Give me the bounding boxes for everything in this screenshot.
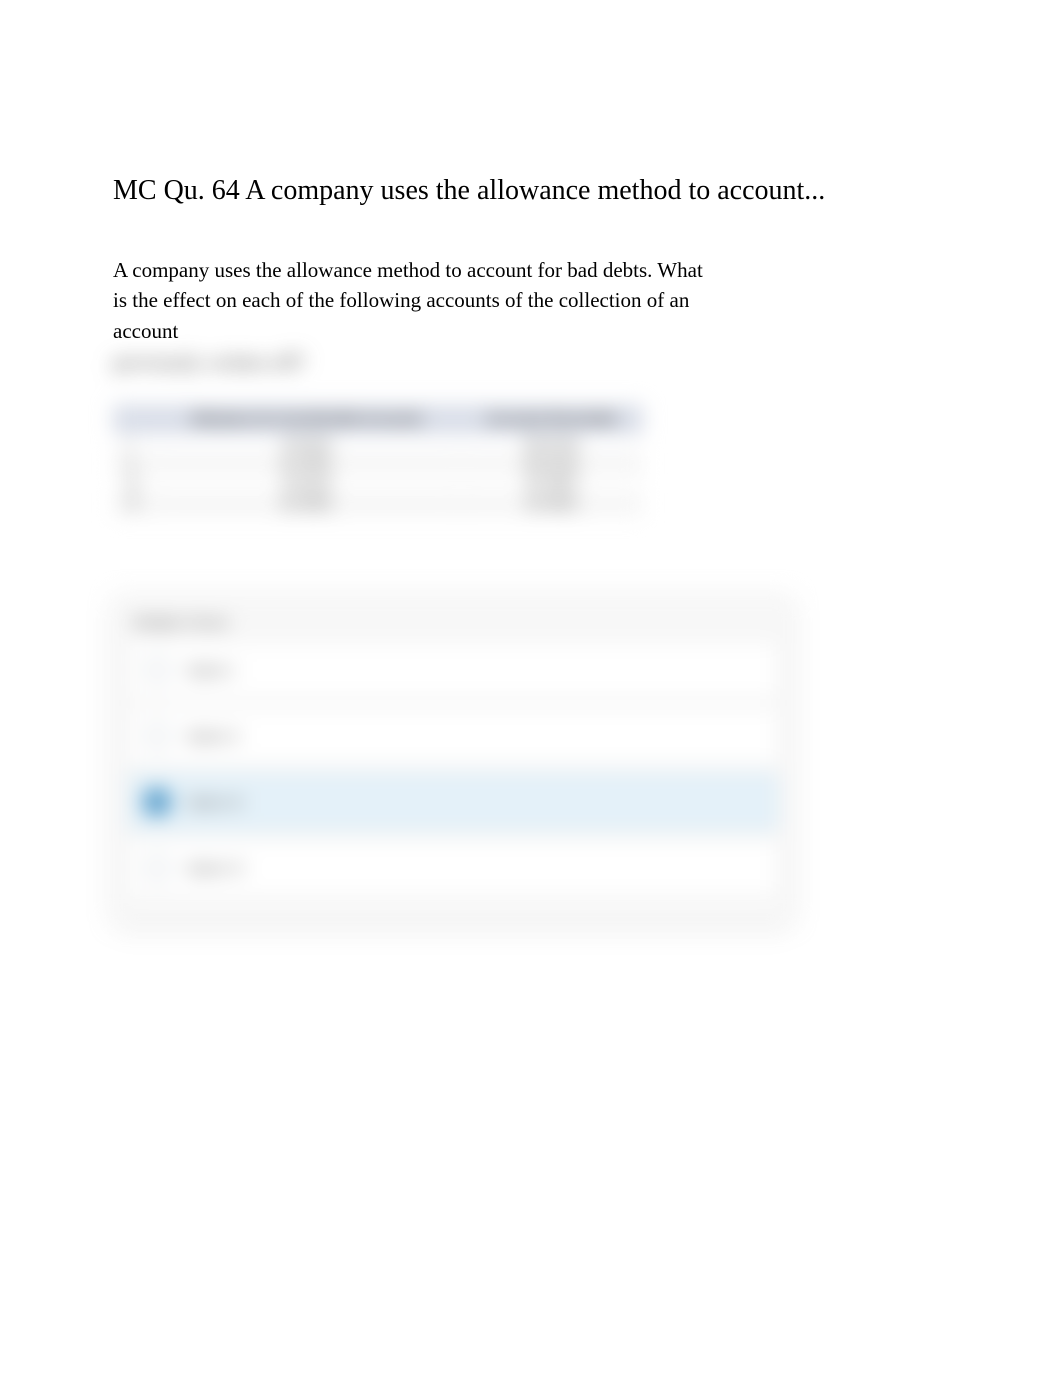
table-row: IV No effect No effect [113,494,643,514]
row-col1: Increase [153,434,461,454]
option-label: Option IV [186,860,244,876]
option-label: Option II [186,728,239,744]
row-col1: No effect [153,454,461,474]
row-col2: No effect [461,474,643,494]
row-col2: Decrease [461,454,643,474]
answer-option-4[interactable]: Option IV [129,840,777,896]
row-col2: No effect [461,494,643,514]
row-col1: Increase [153,474,461,494]
radio-icon [144,723,170,749]
row-col1: No effect [153,494,461,514]
row-label: II [113,454,153,474]
question-body-blurred: previously written off? [113,350,949,375]
table-header-receivable: Accounts Receivable [461,405,643,434]
radio-icon [144,855,170,881]
answer-option-2[interactable]: Option II [129,708,777,764]
option-label: Option III [186,794,243,810]
answer-box: Multiple Choice Option I Option II Optio… [113,594,793,922]
question-content: MC Qu. 64 A company uses the allowance m… [0,0,1062,922]
table-row: II No effect Decrease [113,454,643,474]
answer-option-1[interactable]: Option I [129,642,777,698]
table-header-blank [113,405,153,434]
radio-icon [144,657,170,683]
row-label: IV [113,494,153,514]
radio-icon [144,789,170,815]
question-title: MC Qu. 64 A company uses the allowance m… [113,175,949,207]
options-table: Allowance for Uncollectible Accounts Acc… [113,405,643,514]
row-label: I [113,434,153,454]
answer-option-3[interactable]: Option III [129,774,777,830]
question-body: A company uses the allowance method to a… [113,255,713,346]
row-col2: Decrease [461,434,643,454]
table-row: III Increase No effect [113,474,643,494]
table-header-allowance: Allowance for Uncollectible Accounts [153,405,461,434]
row-label: III [113,474,153,494]
answer-header: Multiple Choice [129,610,777,642]
blurred-details: previously written off? Allowance for Un… [113,350,949,922]
table-row: I Increase Decrease [113,434,643,454]
option-label: Option I [186,662,235,678]
